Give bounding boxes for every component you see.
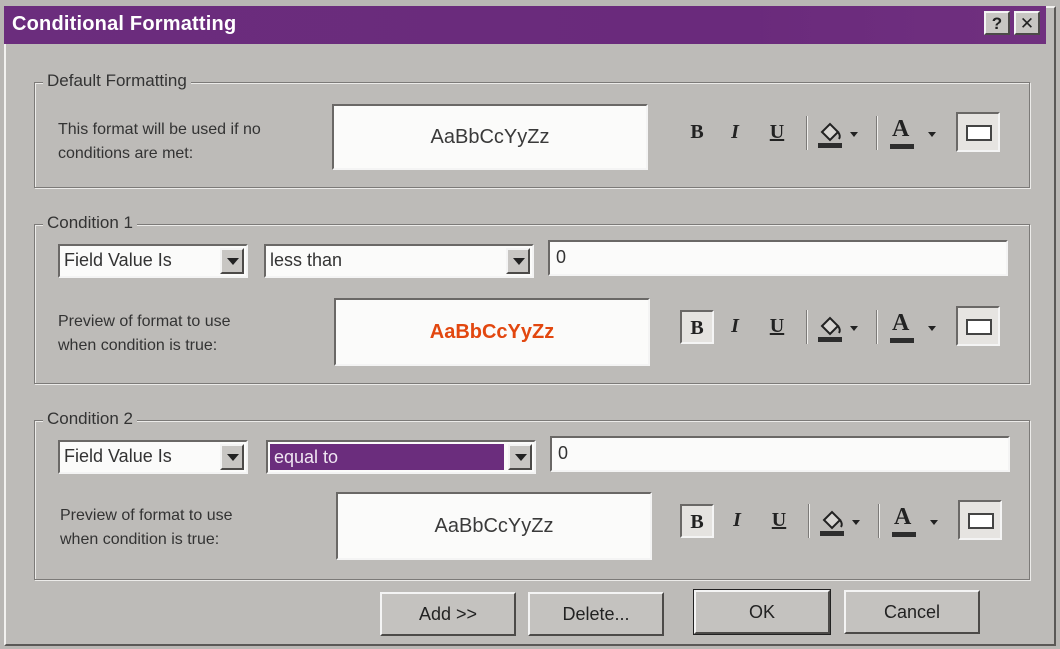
default-enable-toggle-icon[interactable] — [956, 112, 1000, 152]
font-color-swatch — [890, 144, 914, 149]
condition-1-value-text: 0 — [556, 247, 567, 267]
condition-1-operator-value: less than — [270, 250, 343, 270]
help-button[interactable]: ? — [984, 11, 1010, 35]
default-formatting-label: Default Formatting — [43, 71, 191, 91]
chevron-down-icon — [928, 326, 936, 331]
condition-1-field-type-select[interactable]: Field Value Is — [58, 244, 248, 278]
default-underline-button[interactable]: U — [760, 116, 794, 150]
paint-bucket-icon — [818, 316, 842, 342]
condition-2-field-type-value: Field Value Is — [64, 446, 172, 466]
condition-1-label: Condition 1 — [43, 213, 138, 233]
condition-1-value-input[interactable]: 0 — [548, 240, 1008, 276]
title-bar: Conditional Formatting ? ✕ — [4, 6, 1046, 44]
toolbar-separator — [878, 504, 880, 538]
condition-2-italic-button[interactable]: I — [720, 504, 754, 538]
dropdown-arrow-icon[interactable] — [506, 248, 530, 274]
font-color-swatch — [890, 338, 914, 343]
dropdown-arrow-icon[interactable] — [220, 444, 244, 470]
condition-2-preview-label-line2: when condition is true: — [60, 531, 220, 548]
condition-2-value-text: 0 — [558, 443, 569, 463]
font-color-icon: A — [894, 504, 912, 530]
ok-button[interactable]: OK — [693, 589, 831, 635]
chevron-down-icon — [852, 520, 860, 525]
condition-2-format-preview: AaBbCcYyZz — [336, 492, 652, 560]
default-fill-color-button[interactable] — [816, 118, 860, 152]
condition-2-field-type-select[interactable]: Field Value Is — [58, 440, 248, 474]
condition-1-preview-label-line1: Preview of format to use — [58, 313, 231, 330]
condition-2-bold-button[interactable]: B — [680, 504, 714, 538]
condition-1-enable-toggle-icon[interactable] — [956, 306, 1000, 346]
condition-1-font-color-button[interactable]: A — [888, 310, 938, 346]
condition-2-preview-label-line1: Preview of format to use — [60, 507, 233, 524]
toolbar-separator — [808, 504, 810, 538]
condition-2-value-input[interactable]: 0 — [550, 436, 1010, 472]
dialog-title: Conditional Formatting — [12, 13, 237, 35]
default-font-color-button[interactable]: A — [888, 116, 938, 152]
chevron-down-icon — [850, 132, 858, 137]
condition-2-operator-value: equal to — [270, 444, 504, 470]
condition-1-italic-button[interactable]: I — [718, 310, 752, 344]
font-color-icon: A — [892, 310, 910, 336]
condition-2-underline-button[interactable]: U — [762, 504, 796, 538]
toolbar-separator — [806, 310, 808, 344]
dropdown-arrow-icon[interactable] — [220, 248, 244, 274]
condition-1-underline-button[interactable]: U — [760, 310, 794, 344]
condition-1-operator-select[interactable]: less than — [264, 244, 534, 278]
paint-bucket-icon — [820, 510, 844, 536]
dropdown-arrow-icon[interactable] — [508, 444, 532, 470]
add-button[interactable]: Add >> — [380, 592, 516, 636]
toolbar-separator — [876, 310, 878, 344]
close-button[interactable]: ✕ — [1014, 11, 1040, 35]
default-description-line1: This format will be used if no — [58, 121, 261, 138]
condition-2-label: Condition 2 — [43, 409, 138, 429]
paint-bucket-icon — [818, 122, 842, 148]
condition-1-bold-button[interactable]: B — [680, 310, 714, 344]
condition-2-enable-toggle-icon[interactable] — [958, 500, 1002, 540]
default-bold-button[interactable]: B — [680, 116, 714, 150]
chevron-down-icon — [930, 520, 938, 525]
chevron-down-icon — [928, 132, 936, 137]
condition-1-field-type-value: Field Value Is — [64, 250, 172, 270]
cancel-button[interactable]: Cancel — [844, 590, 980, 634]
toolbar-separator — [876, 116, 878, 150]
condition-2-fill-color-button[interactable] — [818, 506, 862, 540]
chevron-down-icon — [850, 326, 858, 331]
condition-1-format-preview: AaBbCcYyZz — [334, 298, 650, 366]
default-format-preview: AaBbCcYyZz — [332, 104, 648, 170]
toolbar-separator — [806, 116, 808, 150]
delete-button[interactable]: Delete... — [528, 592, 664, 636]
condition-2-operator-select[interactable]: equal to — [266, 440, 536, 474]
font-color-swatch — [892, 532, 916, 537]
condition-1-fill-color-button[interactable] — [816, 312, 860, 346]
condition-2-font-color-button[interactable]: A — [890, 504, 940, 540]
condition-1-preview-label-line2: when condition is true: — [58, 337, 218, 354]
default-description-line2: conditions are met: — [58, 145, 194, 162]
font-color-icon: A — [892, 116, 910, 142]
default-italic-button[interactable]: I — [718, 116, 752, 150]
